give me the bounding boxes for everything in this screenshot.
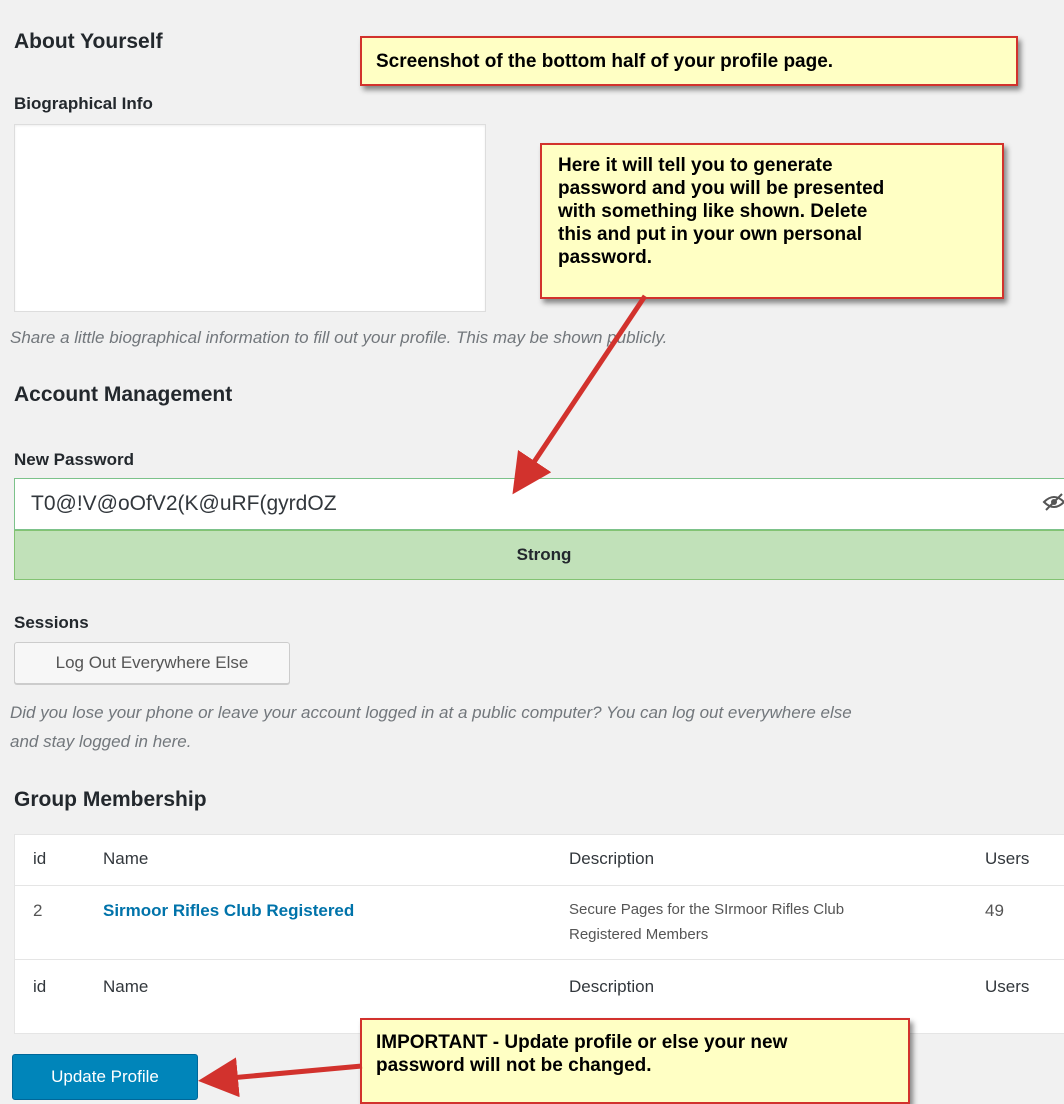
column-footer-description: Description [569, 977, 655, 996]
callout-top: Screenshot of the bottom half of your pr… [360, 36, 1018, 86]
row-users: 49 [985, 901, 1004, 920]
column-footer-users: Users [985, 977, 1030, 996]
callout-password-line1: Here it will tell you to generate [558, 155, 833, 176]
bio-textarea[interactable] [14, 124, 486, 312]
password-strength: Strong [14, 530, 1064, 580]
bio-label: Biographical Info [14, 94, 153, 113]
password-label: New Password [14, 450, 134, 469]
about-heading: About Yourself [14, 30, 163, 53]
logout-everywhere-button[interactable]: Log Out Everywhere Else [14, 642, 290, 684]
column-footer-name: Name [103, 977, 149, 996]
callout-update: IMPORTANT - Update profile or else your … [360, 1018, 910, 1104]
callout-update-line2: password will not be changed. [376, 1055, 652, 1076]
group-name-link[interactable]: Sirmoor Rifles Club Registered [103, 901, 354, 921]
row-description-line2: Registered Members [569, 926, 709, 943]
table-divider [15, 885, 1064, 886]
table-divider [15, 959, 1064, 960]
group-heading: Group Membership [14, 788, 207, 811]
sessions-description-line1: Did you lose your phone or leave your ac… [10, 703, 852, 722]
column-footer-id: id [33, 977, 47, 996]
callout-update-line1: IMPORTANT - Update profile or else your … [376, 1032, 788, 1053]
sessions-label: Sessions [14, 613, 89, 632]
callout-password-line3: with something like shown. Delete [558, 201, 868, 222]
callout-password: Here it will tell you to generate passwo… [540, 143, 1004, 299]
callout-password-line4: this and put in your own personal [558, 224, 863, 245]
password-input[interactable]: T0@!V@oOfV2(K@uRF(gyrdOZ [14, 478, 1064, 530]
account-heading: Account Management [14, 383, 233, 406]
column-header-description: Description [569, 849, 655, 868]
column-header-name: Name [103, 849, 149, 868]
row-id: 2 [33, 901, 43, 920]
callout-password-line5: password. [558, 247, 652, 268]
arrow-to-update-icon [198, 1057, 363, 1098]
row-description-line1: Secure Pages for the SIrmoor Rifles Club [569, 901, 845, 918]
column-header-id: id [33, 849, 47, 868]
callout-password-line2: password and you will be presented [558, 178, 885, 199]
callout-top-text: Screenshot of the bottom half of your pr… [376, 51, 834, 72]
eye-slash-icon[interactable] [1042, 492, 1064, 516]
sessions-description-line2: and stay logged in here. [10, 732, 192, 751]
bio-description: Share a little biographical information … [10, 328, 668, 347]
update-profile-button[interactable]: Update Profile [12, 1054, 198, 1100]
group-table: id Name Description Users 2 Sirmoor Rifl… [14, 834, 1064, 1034]
column-header-users: Users [985, 849, 1030, 868]
